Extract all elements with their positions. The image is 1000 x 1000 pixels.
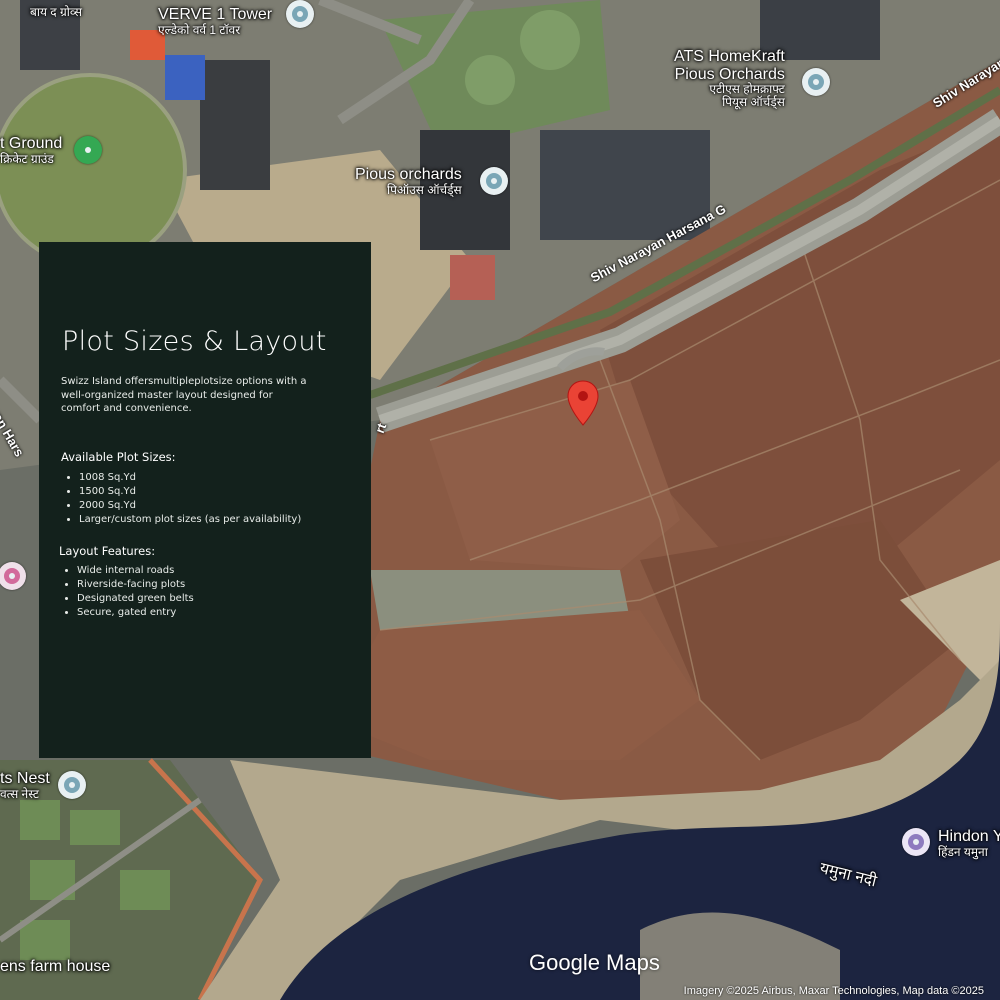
plot-sizes-heading: Available Plot Sizes:: [61, 450, 176, 464]
layout-features-list: Wide internal roads Riverside-facing plo…: [61, 564, 194, 620]
map-label-top-left: बाय द ग्रोव्स: [30, 5, 82, 19]
plot-size-item: 1500 Sq.Yd: [79, 485, 301, 499]
hindon-photo-pin-icon[interactable]: [902, 828, 930, 856]
verve-tower-name: VERVE 1 Tower: [158, 6, 273, 23]
panel-title: Plot Sizes & Layout: [62, 326, 327, 357]
place-dot-icon: [292, 6, 308, 22]
layout-feature-item: Riverside-facing plots: [77, 578, 194, 592]
park-circle: [520, 10, 580, 70]
panel-intro: Swizz Island offersmultipleplotsize opti…: [61, 376, 307, 414]
place-dot-icon: [808, 74, 824, 90]
plot-size-item: 1008 Sq.Yd: [79, 471, 301, 485]
swimming-pool: [165, 55, 205, 100]
plot-info-panel: Plot Sizes & Layout Swizz Island offersm…: [39, 242, 371, 758]
verve-tower-name-hindi: एल्डेको वर्व 1 टॉवर: [158, 22, 241, 37]
map-label-ats-homekraft[interactable]: ATS HomeKraft Pious Orchards एटीएस होमक्…: [674, 48, 785, 110]
imagery-credit: Imagery ©2025 Airbus, Maxar Technologies…: [683, 985, 984, 997]
place-dot-icon: [80, 142, 96, 158]
place-dot-icon: [4, 568, 20, 584]
verve-tower-pin-icon[interactable]: [286, 0, 314, 28]
plot-size-item: 2000 Sq.Yd: [79, 499, 301, 513]
building: [200, 60, 270, 190]
ats-homekraft-pin-icon[interactable]: [802, 68, 830, 96]
map-label-farm-house[interactable]: ens farm house: [0, 958, 110, 976]
pious-orchards-pin-icon[interactable]: [480, 167, 508, 195]
plot-size-item: Larger/custom plot sizes (as per availab…: [79, 513, 301, 527]
layout-feature-item: Secure, gated entry: [77, 606, 194, 620]
map-label-verve-tower[interactable]: VERVE 1 Tower एल्डेको वर्व 1 टॉवर: [158, 6, 272, 37]
park-circle: [465, 55, 515, 105]
nest-pin-icon[interactable]: [58, 771, 86, 799]
plot-sizes-list: 1008 Sq.Yd 1500 Sq.Yd 2000 Sq.Yd Larger/…: [63, 471, 301, 527]
layout-features-heading: Layout Features:: [59, 544, 156, 558]
layout-feature-item: Designated green belts: [77, 592, 194, 606]
map-label-hindon[interactable]: Hindon Y हिंडन यमुना: [938, 828, 1000, 859]
place-dot-icon: [64, 777, 80, 793]
farmland-plot: [330, 610, 700, 760]
map-label-cricket-ground[interactable]: t Ground क्रिकेट ग्राउंड: [0, 135, 62, 166]
sports-court: [450, 255, 495, 300]
place-dot-icon: [486, 173, 502, 189]
location-marker-icon[interactable]: [566, 380, 600, 426]
map-label-pious-orchards[interactable]: Pious orchards पिऑउस ऑर्चर्ड्स: [355, 166, 462, 197]
google-maps-logo: Google Maps: [529, 950, 660, 975]
map-label-nest[interactable]: ts Nest वत्स नेस्ट: [0, 770, 50, 801]
camera-icon: [908, 834, 924, 850]
layout-feature-item: Wide internal roads: [77, 564, 194, 578]
cricket-ground-pin-icon[interactable]: [74, 136, 102, 164]
